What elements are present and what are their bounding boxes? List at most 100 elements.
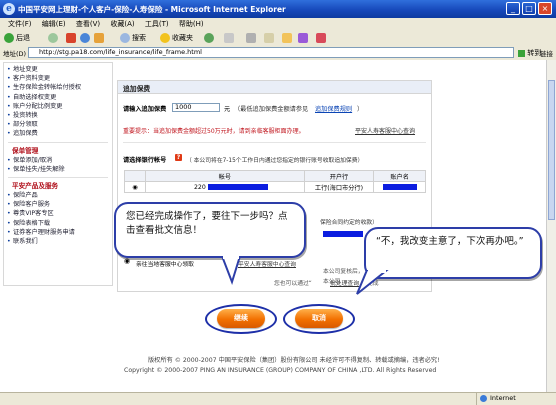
table-header-account: 帐号 xyxy=(145,170,305,182)
title-bar: e 中国平安网上理财-个人客户-保险-人寿保险 - Microsoft Inte… xyxy=(0,0,556,18)
sidebar-item-contact-us[interactable]: 联系我们 xyxy=(4,237,112,246)
sidebar-item-investment-switch[interactable]: 投资转换 xyxy=(4,111,112,120)
account-radio[interactable]: ◉ xyxy=(124,181,146,193)
refresh-button[interactable] xyxy=(80,33,92,44)
callout-tail-left xyxy=(220,256,242,286)
forward-button[interactable] xyxy=(48,33,60,44)
redacted-account-number xyxy=(207,183,268,190)
sidebar: 地址变更 客户资料变更 生存保险金转帐给付授权 自助选择权变更 账户分配比例变更… xyxy=(3,62,113,286)
table-header-select xyxy=(124,170,146,182)
cancel-button[interactable]: 取消 xyxy=(295,309,343,328)
amount-hint: （最低追加保费金额请参见 xyxy=(234,106,309,113)
ie-logo-icon: e xyxy=(3,3,15,15)
menu-favorites[interactable]: 收藏(A) xyxy=(110,18,134,31)
print-button[interactable] xyxy=(246,33,258,44)
minimize-button[interactable]: _ xyxy=(506,2,520,15)
sidebar-item-survival-benefit[interactable]: 生存保险金转帐给付授权 xyxy=(4,83,112,92)
menu-edit[interactable]: 编辑(E) xyxy=(42,18,66,31)
table-row[interactable]: ◉ 220 工行(海口市分行) xyxy=(124,181,426,193)
mail-button[interactable] xyxy=(224,33,236,44)
account-holder-cell xyxy=(373,181,426,193)
url-field[interactable]: http://stg.pa18.com/life_insurance/life_… xyxy=(28,47,514,58)
menu-tools[interactable]: 工具(T) xyxy=(145,18,169,31)
media-button[interactable] xyxy=(204,33,216,44)
confirm-text-3: 您也可以通过“ xyxy=(274,281,312,287)
sidebar-item-policy-loss[interactable]: 保单挂失/挂失解除 xyxy=(4,165,112,174)
premium-rules-link[interactable]: 追加保费规则 xyxy=(315,104,352,113)
messenger-button[interactable] xyxy=(298,33,310,44)
account-number-cell: 220 xyxy=(145,181,305,193)
sidebar-item-forms-download[interactable]: 保险表格下载 xyxy=(4,219,112,228)
back-button[interactable]: 后退 xyxy=(4,33,30,44)
pickup-radio[interactable]: ◉ xyxy=(124,257,130,265)
search-icon xyxy=(120,33,130,43)
service-center-link[interactable]: 平安人寿客服中心查询 xyxy=(355,126,415,135)
research-button[interactable] xyxy=(316,33,328,44)
go-arrow-icon xyxy=(518,49,525,57)
divider xyxy=(476,393,477,405)
pickup-option-label: 亲往当地客服中心领取 xyxy=(136,262,194,268)
scrollbar-thumb[interactable] xyxy=(548,80,555,220)
home-button[interactable] xyxy=(94,33,106,44)
sidebar-item-customer-info[interactable]: 客户资料变更 xyxy=(4,74,112,83)
close-button[interactable]: × xyxy=(538,2,552,15)
sidebar-item-securities-service[interactable]: 证券客户理财服务申请 xyxy=(4,228,112,237)
account-table: 帐号 开户行 账户名 ◉ 220 工行(海口市分行) xyxy=(124,170,426,193)
forward-arrow-icon xyxy=(48,33,58,43)
stop-icon xyxy=(66,33,76,43)
status-bar: Internet xyxy=(0,392,556,405)
amount-unit: 元 xyxy=(224,106,231,113)
amount-label: 请输入追加保费 xyxy=(123,106,167,113)
favorites-button[interactable]: 收藏夹 xyxy=(160,33,193,44)
continue-button[interactable]: 继续 xyxy=(217,309,265,328)
menu-help[interactable]: 帮助(H) xyxy=(179,18,204,31)
maximize-button[interactable]: □ xyxy=(522,2,536,15)
sidebar-item-vip[interactable]: 尊贵VIP客专区 xyxy=(4,209,112,218)
stop-button[interactable] xyxy=(66,33,78,44)
divider xyxy=(8,141,108,143)
bank-account-label: 请选择银行帐号 xyxy=(123,157,167,164)
table-header-holder: 账户名 xyxy=(373,170,426,182)
links-label[interactable]: 链接 xyxy=(540,48,553,58)
copyright-cn: 版权所有 © 2000-2007 中国平安保险（集团）股份有限公司 未经许可不得… xyxy=(148,357,440,364)
printer-icon xyxy=(246,33,256,43)
refresh-icon xyxy=(80,33,90,43)
folder-button[interactable] xyxy=(282,33,294,44)
amount-hint-end: ） xyxy=(357,106,364,113)
go-button[interactable]: 转到 xyxy=(518,47,541,59)
bank-hint: （ 本公司将在7-15个工作日内通过您指定的银行账号收取追加保费） xyxy=(186,158,364,164)
table-header-row: 帐号 开户行 账户名 xyxy=(124,170,426,182)
amount-input[interactable]: 1000 xyxy=(172,103,220,112)
sidebar-item-additional-premium[interactable]: 追加保费 xyxy=(4,129,112,138)
address-label: 地址(D) xyxy=(3,50,27,58)
search-button[interactable]: 搜索 xyxy=(120,33,146,44)
messenger-icon xyxy=(298,33,308,43)
callout-tail-right xyxy=(356,270,389,295)
menu-view[interactable]: 查看(V) xyxy=(76,18,100,31)
sidebar-heading-policy: 保单管理 xyxy=(12,146,39,155)
divider xyxy=(8,177,108,179)
home-icon xyxy=(94,33,104,43)
vertical-scrollbar[interactable] xyxy=(546,60,556,392)
zone-label: Internet xyxy=(490,394,516,402)
edit-button[interactable] xyxy=(264,33,276,44)
table-header-branch: 开户行 xyxy=(303,170,375,182)
sidebar-item-address-change[interactable]: 地址变更 xyxy=(4,65,112,74)
globe-icon xyxy=(480,395,487,402)
address-bar: 地址(D) http://stg.pa18.com/life_insurance… xyxy=(0,46,556,61)
help-icon[interactable]: ? xyxy=(175,154,182,161)
sidebar-item-customer-service[interactable]: 保险客户服务 xyxy=(4,200,112,209)
menu-file[interactable]: 文件(F) xyxy=(8,18,32,31)
sidebar-item-products[interactable]: 保险产品 xyxy=(4,191,112,200)
mail-icon xyxy=(224,33,234,43)
sidebar-item-allocation-change[interactable]: 账户分配比例变更 xyxy=(4,102,112,111)
research-icon xyxy=(316,33,326,43)
divider xyxy=(123,142,426,143)
sidebar-item-partial-withdrawal[interactable]: 部分领取 xyxy=(4,120,112,129)
sidebar-item-option-change[interactable]: 自助选择权变更 xyxy=(4,93,112,102)
sidebar-heading-products: 平安产品及服务 xyxy=(12,182,59,191)
back-arrow-icon xyxy=(4,33,14,43)
media-icon xyxy=(204,33,214,43)
sidebar-item-policy-add[interactable]: 保单添加/取消 xyxy=(4,156,112,165)
document-icon xyxy=(264,33,274,43)
